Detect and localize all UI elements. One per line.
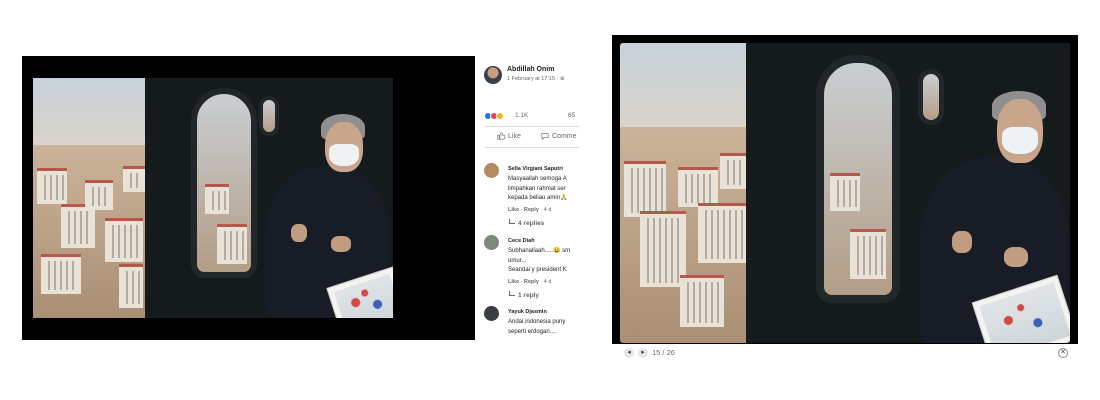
thumbs-up-icon	[497, 132, 505, 140]
comment-item: Cece Diah Subhanallaah.....😀 sm umur... …	[484, 235, 580, 305]
photo-counter: 15 / 26	[652, 348, 675, 357]
comment-time[interactable]: 4 d	[544, 279, 552, 285]
commenter-name[interactable]: Sella Virgiani Saputri	[508, 166, 563, 172]
globe-icon: ⊕	[559, 76, 565, 82]
close-icon: ✕	[1060, 349, 1066, 356]
view-replies-link[interactable]: 1 reply	[509, 291, 539, 299]
comment-bubble-icon	[541, 133, 549, 140]
divider	[484, 147, 580, 148]
comment-button[interactable]: Comme	[541, 132, 577, 140]
commenter-avatar[interactable]	[484, 306, 499, 321]
comment-item: Yayuk Djasmin Andai indonesia puny seper…	[484, 306, 580, 346]
close-lightbox-button[interactable]: ✕	[1058, 348, 1068, 358]
like-button[interactable]: Like	[497, 132, 521, 140]
comment-actions: Like · Reply · 4 d	[508, 279, 552, 285]
commenter-avatar[interactable]	[484, 235, 499, 250]
lightbox-footer: ◂ ▸ 15 / 26 ✕	[612, 344, 1078, 362]
lightbox-photo[interactable]	[620, 43, 1070, 343]
post-timestamp[interactable]: 1 February at 17:15 · ⊕	[507, 76, 565, 82]
chevron-left-icon: ◂	[627, 349, 631, 356]
care-reaction-icon	[496, 112, 504, 120]
comment-count[interactable]: 65	[568, 112, 575, 119]
comment-time[interactable]: 4 d	[544, 207, 552, 213]
comment-reply-link[interactable]: Reply	[524, 279, 539, 285]
previous-photo-button[interactable]: ◂	[624, 348, 634, 358]
left-helicopter-photo	[33, 78, 393, 318]
comment-reply-link[interactable]: Reply	[524, 207, 539, 213]
chevron-right-icon: ▸	[641, 349, 645, 356]
view-replies-link[interactable]: 4 replies	[509, 219, 544, 227]
reactions-icons[interactable]	[484, 111, 504, 121]
next-photo-button[interactable]: ▸	[638, 348, 648, 358]
author-name[interactable]: Abdillah Onim	[507, 66, 554, 73]
comment-text: Subhanallaah.....😀 sm umur... Seandai y …	[508, 248, 571, 274]
comment-text: Masyaallah semoga A limpahkan rahmat ser…	[508, 176, 568, 202]
divider	[484, 126, 580, 127]
reaction-count[interactable]: 1.1K	[515, 112, 528, 119]
comment-like-link[interactable]: Like	[508, 279, 519, 285]
commenter-name[interactable]: Cece Diah	[508, 238, 535, 244]
comment-item: Sella Virgiani Saputri Masyaallah semoga…	[484, 163, 580, 233]
reply-arrow-icon	[509, 291, 515, 296]
reply-arrow-icon	[509, 219, 515, 224]
commenter-name[interactable]: Yayuk Djasmin	[508, 309, 547, 315]
commenter-avatar[interactable]	[484, 163, 499, 178]
author-avatar[interactable]	[484, 66, 502, 84]
comment-like-link[interactable]: Like	[508, 207, 519, 213]
comment-actions: Like · Reply · 4 d	[508, 207, 552, 213]
comment-text: Andai indonesia puny seperti erdogan....	[508, 319, 566, 335]
facebook-post-panel: Abdillah Onim 1 February at 17:15 · ⊕ 1.…	[477, 57, 580, 347]
